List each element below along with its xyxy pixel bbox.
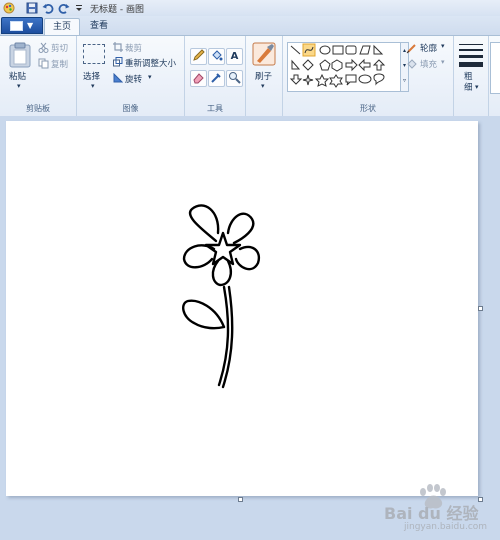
shape-gallery-icons[interactable] bbox=[288, 43, 400, 91]
customize-quick-access-icon[interactable] bbox=[73, 2, 85, 14]
redo-icon[interactable] bbox=[58, 2, 70, 14]
flower-drawing bbox=[182, 204, 261, 389]
watermark-url: jingyan.baidu.com bbox=[404, 522, 488, 532]
cut-button[interactable]: 剪切 bbox=[51, 42, 68, 54]
copy-button[interactable]: 复制 bbox=[51, 58, 68, 70]
watermark-text: Bai du 经验 bbox=[384, 504, 479, 523]
brush-icon[interactable] bbox=[252, 42, 276, 66]
tools-group-label: 工具 bbox=[207, 104, 223, 113]
eraser-icon[interactable] bbox=[190, 70, 207, 87]
image-group: 选择 ▾ 裁剪 重新调整大小 旋转 ▾ 图像 bbox=[77, 36, 185, 116]
resize-button[interactable]: 重新调整大小 bbox=[125, 57, 176, 69]
size-dropdown-icon[interactable]: ▾ bbox=[475, 83, 479, 91]
outline-icon bbox=[406, 44, 416, 54]
paste-dropdown-icon[interactable]: ▾ bbox=[17, 82, 21, 90]
ribbon: 粘贴 ▾ 剪切 复制 剪贴板 选择 ▾ 裁剪 重新调整大小 旋转 ▾ 图像 A … bbox=[0, 35, 500, 117]
size-group: 粗细 ▾ bbox=[454, 36, 489, 116]
menu-icon bbox=[10, 21, 23, 31]
magnifier-icon[interactable] bbox=[226, 70, 243, 87]
outline-button[interactable]: 轮廓 bbox=[420, 42, 437, 54]
rotate-button[interactable]: 旋转 bbox=[125, 73, 142, 85]
fill-dropdown-icon[interactable]: ▾ bbox=[441, 58, 445, 66]
crop-icon bbox=[113, 42, 123, 52]
save-icon[interactable] bbox=[26, 2, 38, 14]
fill-icon bbox=[407, 59, 417, 69]
select-dropdown-icon[interactable]: ▾ bbox=[91, 82, 95, 90]
tab-home[interactable]: 主页 bbox=[44, 18, 80, 36]
clipboard-group-label: 剪贴板 bbox=[26, 104, 50, 113]
color-swatch-panel[interactable] bbox=[490, 42, 500, 94]
text-tool-icon[interactable]: A bbox=[226, 48, 243, 65]
shapes-group-label: 形状 bbox=[360, 104, 376, 113]
brushes-dropdown-icon[interactable]: ▾ bbox=[261, 82, 265, 90]
canvas-resize-handle-right[interactable] bbox=[478, 306, 483, 311]
image-group-label: 图像 bbox=[122, 104, 139, 113]
crop-button[interactable]: 裁剪 bbox=[125, 42, 142, 54]
rotate-icon bbox=[113, 73, 123, 83]
clipboard-group: 粘贴 ▾ 剪切 复制 剪贴板 bbox=[0, 36, 77, 116]
scissors-icon bbox=[38, 42, 49, 53]
pencil-icon[interactable] bbox=[190, 48, 207, 65]
fill-button[interactable]: 填充 bbox=[420, 58, 437, 70]
drawing-canvas[interactable] bbox=[6, 121, 478, 496]
select-button[interactable]: 选择 bbox=[83, 70, 100, 82]
copy-icon bbox=[38, 58, 49, 69]
color-picker-icon[interactable] bbox=[208, 70, 225, 87]
paste-button[interactable]: 粘贴 bbox=[9, 70, 26, 82]
paint-menu-button[interactable]: ▼ bbox=[1, 17, 43, 34]
brushes-button[interactable]: 刷子 bbox=[255, 70, 272, 82]
title-bar: 无标题 - 画图 bbox=[0, 0, 500, 17]
tab-view[interactable]: 查看 bbox=[82, 18, 116, 35]
line-width-icon[interactable] bbox=[459, 44, 483, 68]
resize-icon bbox=[113, 57, 123, 67]
chevron-down-icon: ▼ bbox=[27, 21, 34, 30]
select-rectangle-icon[interactable] bbox=[83, 44, 105, 64]
brushes-group: 刷子 ▾ bbox=[246, 36, 283, 116]
tools-group: A 工具 bbox=[185, 36, 246, 116]
rotate-dropdown-icon[interactable]: ▾ bbox=[148, 73, 152, 81]
paint-app-icon[interactable] bbox=[3, 2, 15, 14]
canvas-resize-handle-bottom[interactable] bbox=[238, 497, 243, 502]
paste-icon[interactable] bbox=[9, 42, 31, 68]
undo-icon[interactable] bbox=[42, 2, 54, 14]
outline-dropdown-icon[interactable]: ▾ bbox=[441, 42, 445, 50]
shapes-gallery bbox=[287, 42, 401, 92]
fill-bucket-icon[interactable] bbox=[208, 48, 225, 65]
baidu-watermark: Bai du 经验 jingyan.baidu.com bbox=[350, 478, 500, 537]
window-title: 无标题 - 画图 bbox=[90, 5, 144, 15]
